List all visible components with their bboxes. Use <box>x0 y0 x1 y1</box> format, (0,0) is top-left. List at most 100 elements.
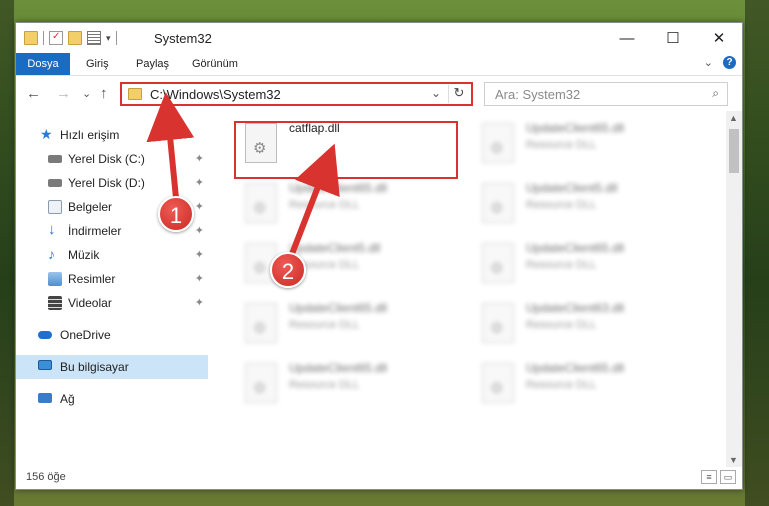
large-icons-view-icon[interactable]: ▭ <box>720 470 736 484</box>
tab-share[interactable]: Paylaş <box>136 53 169 75</box>
sidebar-item-label: Bu bilgisayar <box>60 360 129 374</box>
dll-file-icon: ⚙ <box>482 303 514 343</box>
file-type: Resource DLL <box>526 259 597 271</box>
sidebar-item-network[interactable]: Ağ <box>16 387 208 411</box>
file-item[interactable]: ⚙ UpdateClient63.dll Resource DLL <box>476 299 696 357</box>
file-name: UpdateClient63.dll <box>526 301 625 315</box>
search-box[interactable]: Ara: System32 ⌕ <box>484 82 728 106</box>
documents-icon <box>48 200 62 214</box>
scroll-up-icon[interactable]: ▲ <box>729 113 738 123</box>
sidebar-item-videos[interactable]: Videolar ✦ <box>16 291 208 315</box>
file-type: Resource DLL <box>526 139 597 151</box>
sidebar-item-local-disk-c[interactable]: Yerel Disk (C:) ✦ <box>16 147 208 171</box>
file-name: UpdateClient5.dll <box>526 181 618 195</box>
pin-icon[interactable]: ✦ <box>195 296 204 309</box>
recent-locations-button[interactable]: ⌄ <box>82 87 91 100</box>
address-path[interactable]: C:\Windows\System32 <box>150 87 281 102</box>
pictures-icon <box>48 272 62 286</box>
file-name: UpdateClient65.dll <box>526 121 625 135</box>
file-item[interactable]: ⚙ UpdateClient65.dll Resource DLL <box>476 359 696 417</box>
refresh-button[interactable]: ↻ <box>448 85 469 103</box>
tab-view[interactable]: Görünüm <box>192 53 238 75</box>
file-name: UpdateClient65.dll <box>289 361 388 375</box>
file-item[interactable]: ⚙ UpdateClient5.dll Resource DLL <box>476 179 696 237</box>
details-view-icon[interactable]: ≡ <box>701 470 717 484</box>
file-explorer-window: ✓ ▾ System32 — ☐ ✕ Dosya Giriş Paylaş Gö… <box>15 22 743 490</box>
file-type: Resource DLL <box>289 319 360 331</box>
tab-file[interactable]: Dosya <box>16 53 70 75</box>
file-item[interactable]: ⚙ UpdateClient65.dll Resource DLL <box>476 239 696 297</box>
maximize-button[interactable]: ☐ <box>650 23 696 53</box>
tab-home[interactable]: Giriş <box>86 53 109 75</box>
file-item[interactable]: ⚙ UpdateClient65.dll Resource DLL <box>476 119 696 177</box>
file-highlight-box <box>234 121 458 179</box>
back-button[interactable]: ← <box>26 85 41 102</box>
file-name: UpdateClient65.dll <box>289 181 388 195</box>
dll-file-icon: ⚙ <box>245 183 277 223</box>
sidebar-item-quick-access[interactable]: ★ Hızlı erişim <box>16 123 208 147</box>
navigation-bar: ← → ⌄ ↑ C:\Windows\System32 ⌄ ↻ Ara: Sys… <box>16 76 742 112</box>
sidebar-item-this-pc[interactable]: Bu bilgisayar <box>16 355 208 379</box>
address-bar[interactable]: C:\Windows\System32 ⌄ ↻ <box>120 82 473 106</box>
minimize-button[interactable]: — <box>604 23 650 53</box>
file-type: Resource DLL <box>526 199 597 211</box>
sidebar-item-music[interactable]: ♪ Müzik ✦ <box>16 243 208 267</box>
close-button[interactable]: ✕ <box>696 23 742 53</box>
window-title: System32 <box>154 31 212 46</box>
address-dropdown-icon[interactable]: ⌄ <box>431 86 441 100</box>
file-name: UpdateClient65.dll <box>526 361 625 375</box>
sidebar-item-label: İndirmeler <box>68 224 122 238</box>
sidebar-item-label: Ağ <box>60 392 75 406</box>
pin-icon[interactable]: ✦ <box>195 200 204 213</box>
cloud-icon <box>38 331 52 339</box>
scroll-down-icon[interactable]: ▼ <box>729 455 738 465</box>
search-icon[interactable]: ⌕ <box>712 86 719 101</box>
view-icon[interactable] <box>87 31 101 45</box>
file-item[interactable]: ⚙ UpdateClient65.dll Resource DLL <box>239 179 459 237</box>
pin-icon[interactable]: ✦ <box>195 152 204 165</box>
file-name: UpdateClient5.dll <box>289 241 381 255</box>
sidebar-item-label: Yerel Disk (C:) <box>68 152 145 166</box>
file-type: Resource DLL <box>526 319 597 331</box>
file-name: UpdateClient65.dll <box>289 301 388 315</box>
customize-dropdown-icon[interactable]: ▾ <box>106 33 111 44</box>
scrollbar-thumb[interactable] <box>729 129 739 173</box>
pin-icon[interactable]: ✦ <box>195 176 204 189</box>
file-item[interactable]: ⚙ UpdateClient65.dll Resource DLL <box>239 359 459 417</box>
dll-file-icon: ⚙ <box>482 123 514 163</box>
properties-icon[interactable]: ✓ <box>49 31 63 45</box>
drive-icon <box>48 155 62 163</box>
videos-icon <box>48 296 62 310</box>
ribbon-tabs: Dosya Giriş Paylaş Görünüm ⌄ ? <box>16 53 742 76</box>
network-icon <box>38 393 52 403</box>
forward-button[interactable]: → <box>56 85 71 102</box>
sidebar-item-label: Videolar <box>68 296 112 310</box>
sidebar-item-onedrive[interactable]: OneDrive <box>16 323 208 347</box>
status-bar: 156 öğe ≡ ▭ <box>16 467 742 489</box>
folder-icon <box>24 31 38 45</box>
dll-file-icon: ⚙ <box>482 183 514 223</box>
new-folder-icon[interactable] <box>68 31 82 45</box>
pin-icon[interactable]: ✦ <box>195 224 204 237</box>
file-item[interactable]: ⚙ UpdateClient65.dll Resource DLL <box>239 299 459 357</box>
star-icon: ★ <box>40 126 53 142</box>
expand-ribbon-icon[interactable]: ⌄ <box>704 56 713 69</box>
file-name: UpdateClient65.dll <box>526 241 625 255</box>
vertical-scrollbar[interactable]: ▲ ▼ <box>726 111 742 467</box>
sidebar-item-local-disk-d[interactable]: Yerel Disk (D:) ✦ <box>16 171 208 195</box>
pin-icon[interactable]: ✦ <box>195 248 204 261</box>
sidebar-item-label: Müzik <box>68 248 100 262</box>
sidebar-item-label: OneDrive <box>60 328 111 342</box>
downloads-icon: ↓ <box>48 221 56 238</box>
quick-access-toolbar: ✓ ▾ <box>24 31 117 45</box>
sidebar-item-pictures[interactable]: Resimler ✦ <box>16 267 208 291</box>
file-type: Resource DLL <box>289 199 360 211</box>
pin-icon[interactable]: ✦ <box>195 272 204 285</box>
computer-icon <box>38 360 52 370</box>
help-icon[interactable]: ? <box>723 56 736 69</box>
search-input[interactable]: Ara: System32 <box>495 87 580 102</box>
step-badge-2: 2 <box>270 252 306 288</box>
dll-file-icon: ⚙ <box>245 303 277 343</box>
dll-file-icon: ⚙ <box>482 243 514 283</box>
up-button[interactable]: ↑ <box>100 85 108 102</box>
